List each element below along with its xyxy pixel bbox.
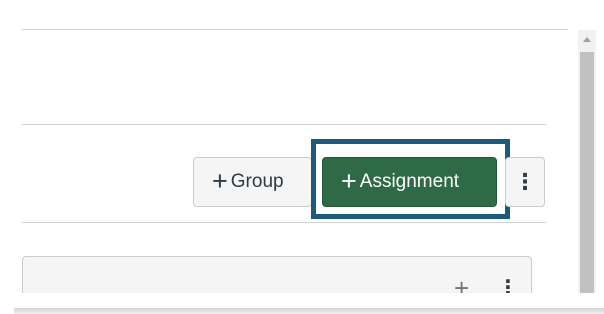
scrollbar-thumb[interactable] xyxy=(580,52,594,293)
plus-icon: + xyxy=(212,165,228,196)
section-divider-top xyxy=(22,124,546,125)
section-divider-bottom xyxy=(22,222,546,223)
add-assignment-label: Assignment xyxy=(359,171,460,192)
top-divider xyxy=(22,29,568,30)
bottom-shadow xyxy=(14,308,604,314)
scroll-up-arrow-icon[interactable] xyxy=(583,37,591,42)
add-assignment-button[interactable]: + Assignment xyxy=(322,157,497,207)
plus-icon: + xyxy=(341,165,357,196)
add-group-label: Group xyxy=(230,171,284,192)
add-group-button[interactable]: + Group xyxy=(193,157,312,207)
kebab-icon: ⋮ xyxy=(514,169,536,194)
more-options-button[interactable]: ⋮ xyxy=(505,157,545,207)
